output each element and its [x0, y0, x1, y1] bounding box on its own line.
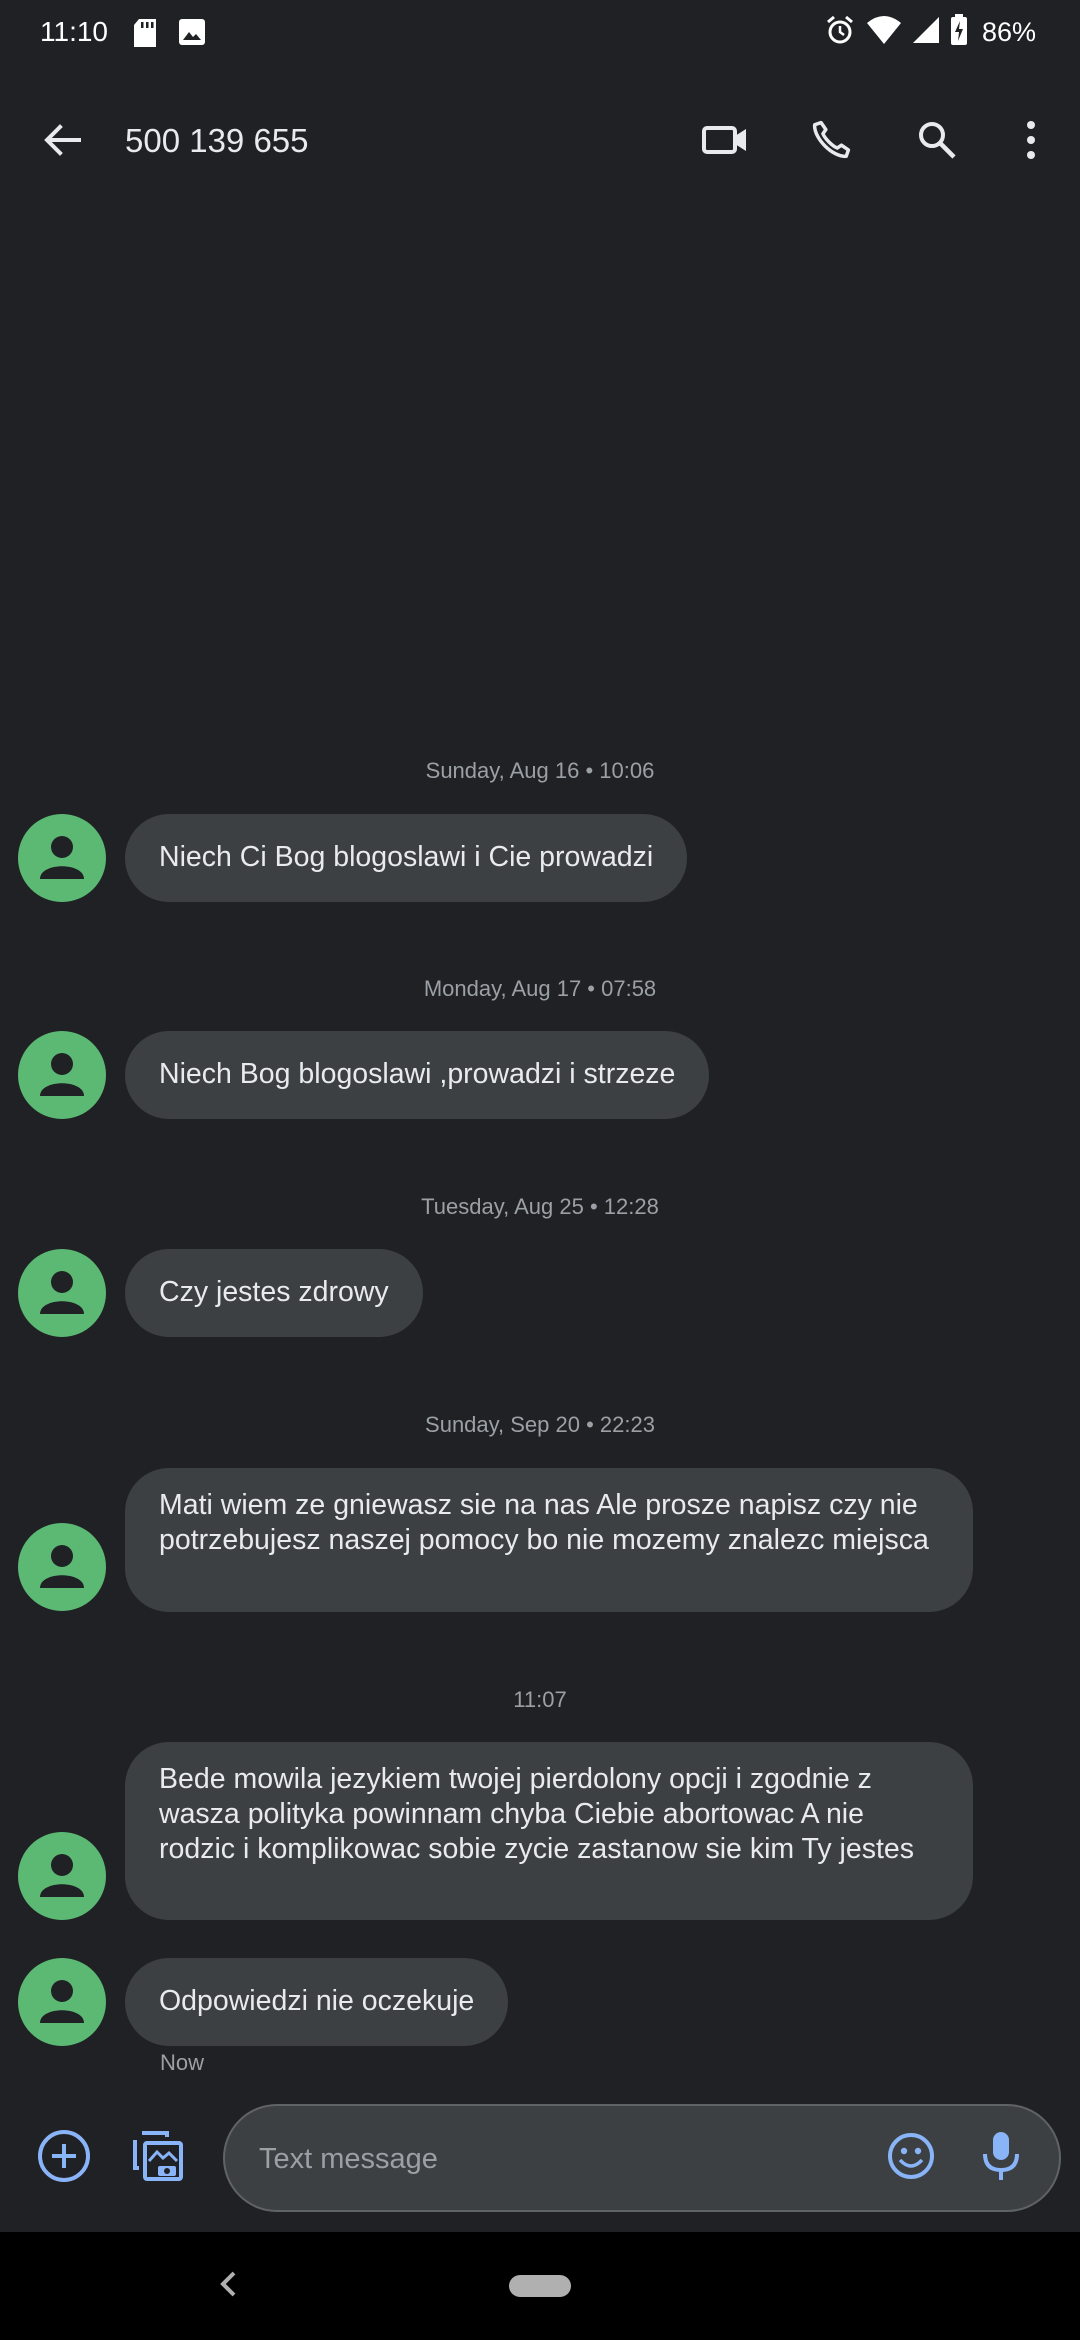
voice-input-button[interactable]	[965, 2122, 1037, 2194]
status-notification-icons	[132, 18, 206, 53]
contact-avatar[interactable]	[18, 1031, 106, 1119]
contact-avatar[interactable]	[18, 1523, 106, 1611]
contact-avatar[interactable]	[18, 1249, 106, 1337]
date-separator: Tuesday, Aug 25 • 12:28	[421, 1194, 659, 1219]
message-bubble[interactable]: Czy jestes zdrowy	[125, 1249, 423, 1337]
person-icon	[18, 1271, 106, 1337]
alarm-icon	[824, 14, 856, 51]
text-message-input[interactable]	[257, 2136, 821, 2182]
person-icon	[18, 1545, 106, 1611]
battery-percentage: 86%	[981, 17, 1036, 47]
phone-icon	[809, 118, 853, 167]
video-call-icon	[701, 122, 749, 163]
status-system-icons: 86%	[824, 14, 1036, 51]
person-icon	[18, 836, 106, 902]
image-icon	[178, 18, 206, 53]
nav-back-button[interactable]	[204, 2262, 252, 2310]
video-call-button[interactable]	[693, 110, 757, 174]
message-bubble[interactable]: Niech Ci Bog blogoslawi i Cie prowadzi	[125, 814, 688, 902]
person-icon	[18, 1053, 106, 1119]
gallery-icon	[129, 2127, 187, 2190]
system-navigation-bar	[0, 2232, 1080, 2340]
date-separator: Monday, Aug 17 • 07:58	[423, 976, 657, 1001]
emoji-icon	[886, 2131, 936, 2186]
message-bubble[interactable]: Odpowiedzi nie oczekuje	[125, 1958, 509, 2046]
status-time: 11:10	[40, 16, 108, 47]
message-bubble[interactable]: Bede mowila jezykiem twojej pierdolony o…	[125, 1742, 973, 1920]
conversation-title: 500 139 655	[125, 122, 309, 159]
nav-home-pill[interactable]	[509, 2275, 571, 2297]
add-circle-icon	[36, 2128, 92, 2189]
conversation-app-bar: 500 139 655	[0, 80, 1080, 208]
person-icon	[18, 1980, 106, 2046]
search-button[interactable]	[905, 110, 969, 174]
call-button[interactable]	[799, 110, 863, 174]
compose-bar	[0, 2090, 1080, 2230]
wifi-icon	[866, 15, 902, 50]
contact-avatar[interactable]	[18, 1832, 106, 1920]
back-button[interactable]	[30, 110, 94, 174]
cell-signal-icon	[912, 16, 940, 49]
microphone-icon	[981, 2130, 1021, 2187]
date-separator: 11:07	[513, 1687, 567, 1712]
person-icon	[18, 1854, 106, 1920]
chevron-left-icon	[218, 2270, 238, 2303]
contact-avatar[interactable]	[18, 1958, 106, 2046]
more-options-button[interactable]	[999, 110, 1063, 174]
message-bubble[interactable]: Niech Bog blogoslawi ,prowadzi i strzeze	[125, 1031, 710, 1119]
gallery-button[interactable]	[122, 2122, 194, 2194]
back-arrow-icon	[42, 120, 82, 165]
emoji-button[interactable]	[875, 2122, 947, 2194]
date-separator: Sunday, Aug 16 • 10:06	[425, 758, 655, 783]
sd-card-icon	[132, 18, 158, 53]
message-timestamp: Now	[160, 2050, 205, 2075]
status-bar: 11:10 86%	[0, 0, 1080, 70]
more-vert-icon	[1025, 120, 1037, 165]
contact-avatar[interactable]	[18, 814, 106, 902]
date-separator: Sunday, Sep 20 • 22:23	[425, 1412, 655, 1437]
search-icon	[917, 120, 957, 165]
message-bubble[interactable]: Mati wiem ze gniewasz sie na nas Ale pro…	[125, 1468, 973, 1612]
battery-charging-icon	[950, 14, 968, 51]
add-attachment-button[interactable]	[28, 2122, 100, 2194]
compose-field[interactable]	[223, 2104, 1061, 2212]
